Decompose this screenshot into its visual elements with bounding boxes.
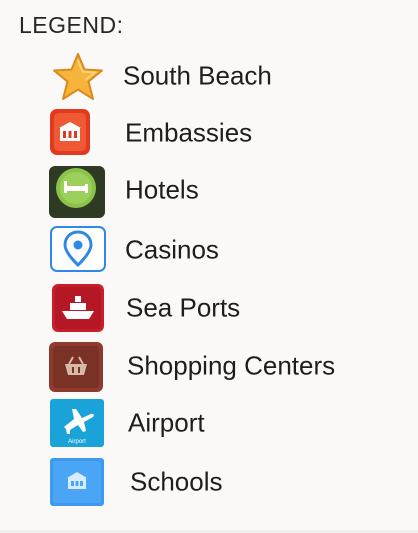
shopping-basket-icon	[49, 342, 103, 397]
legend-item-label: Shopping Centers	[127, 350, 336, 381]
legend-item-embassies: Embassies	[50, 109, 350, 157]
legend-item-sea-ports: Sea Ports	[52, 284, 352, 332]
legend-item-label: Sea Ports	[126, 292, 241, 323]
embassy-icon	[50, 109, 90, 160]
legend-title: LEGEND:	[19, 12, 124, 38]
legend-item-label: Casinos	[125, 234, 219, 265]
airport-icon-text: Airport	[68, 439, 86, 445]
legend-item-label: Schools	[130, 466, 223, 497]
map-pin-icon	[50, 226, 106, 277]
legend-item-airport: Airport Airport	[50, 399, 350, 447]
school-icon	[50, 458, 104, 511]
legend-item-label: Airport	[128, 407, 205, 438]
legend-item-shopping-centers: Shopping Centers	[49, 342, 379, 392]
star-icon	[49, 52, 107, 107]
legend-item-south-beach: South Beach	[49, 52, 349, 100]
hotel-bed-icon	[49, 166, 105, 223]
legend-item-label: South Beach	[123, 60, 272, 91]
legend-panel: LEGEND: South Beach Embassies Hotels Cas…	[0, 0, 418, 533]
legend-item-label: Embassies	[125, 117, 253, 148]
legend-item-label: Hotels	[125, 174, 199, 205]
legend-item-casinos: Casinos	[50, 226, 350, 274]
ship-icon	[52, 284, 104, 337]
airplane-icon: Airport	[50, 399, 104, 452]
legend-item-schools: Schools	[50, 458, 350, 506]
legend-item-hotels: Hotels	[49, 166, 349, 218]
